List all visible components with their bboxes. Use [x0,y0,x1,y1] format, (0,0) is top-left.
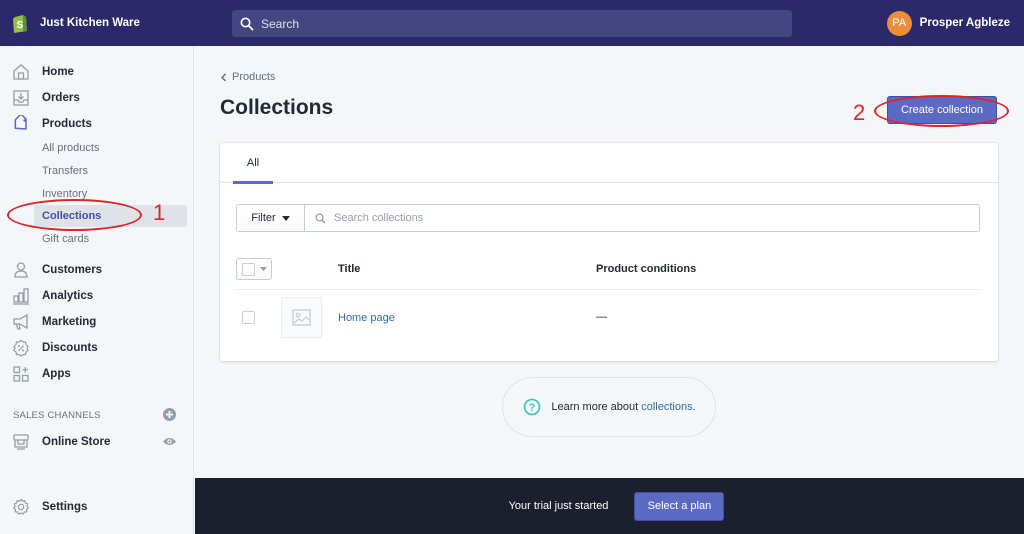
megaphone-icon [13,313,28,330]
search-collections-field[interactable] [305,205,979,231]
collection-title-link[interactable]: Home page [338,312,395,324]
tab-bar: All [220,143,998,184]
sidebar-item-label: Discounts [42,342,98,354]
user-name: Prosper Agbleze [919,17,1010,29]
gear-icon [12,498,30,515]
orders-icon [13,90,29,106]
learn-more-suffix: . [692,401,696,413]
collections-help-link[interactable]: collections [641,401,692,413]
apps-icon [13,366,29,382]
annotation-ellipse-1 [7,199,142,231]
store-icon [13,434,29,450]
tag-icon [14,115,27,130]
search-collections-input[interactable] [334,212,932,224]
avatar: PA [886,10,912,36]
store-name: Just Kitchen Ware [40,17,140,29]
bar-chart-icon [13,288,29,305]
sidebar-item-label: Apps [42,368,71,380]
search-icon [315,212,326,223]
annotation-number-1: 1 [153,200,166,225]
sidebar-item-orders[interactable]: Orders [0,86,194,110]
brand[interactable]: S Just Kitchen Ware [0,13,232,33]
chevron-left-icon [220,72,227,82]
row-checkbox[interactable] [242,311,255,324]
page-title: Collections [220,96,334,119]
bulk-select-checkbox[interactable] [236,258,272,280]
sidebar-item-label: Online Store [42,436,111,448]
sidebar-item-customers[interactable]: Customers [0,258,194,282]
sidebar-subitem-all-products[interactable]: All products [34,137,187,159]
home-icon [13,64,29,80]
filter-bar: Filter [236,204,980,232]
column-header-product-conditions: Product conditions [596,263,697,275]
image-placeholder-icon [292,309,311,326]
breadcrumb[interactable]: Products [220,71,275,83]
add-sales-channel-icon[interactable] [163,408,176,421]
table-row[interactable]: Home page — [236,291,980,341]
svg-text:?: ? [529,402,536,414]
sidebar-item-apps[interactable]: Apps [0,362,194,386]
sidebar: Home Orders Products All products Transf… [0,46,194,534]
discount-badge-icon [13,339,29,357]
select-plan-button[interactable]: Select a plan [634,491,725,521]
global-search[interactable]: Search [232,10,792,37]
sidebar-item-label: Products [42,118,92,130]
top-bar: S Just Kitchen Ware Search PA Prosper Ag… [0,0,1024,46]
trial-bar: Your trial just started Select a plan [195,478,1024,534]
collection-conditions: — [596,311,607,323]
search-icon [240,17,254,30]
breadcrumb-products-link[interactable]: Products [232,71,275,83]
person-icon [14,262,28,278]
help-question-icon: ? [522,397,542,417]
sidebar-item-analytics[interactable]: Analytics [0,284,194,308]
collection-thumbnail [281,297,322,338]
sidebar-item-label: Customers [42,264,103,276]
column-header-title[interactable]: Title [338,263,360,275]
sidebar-item-label: Home [42,66,74,78]
sidebar-item-label: Settings [42,501,88,513]
sidebar-item-marketing[interactable]: Marketing [0,310,194,334]
sidebar-subitem-gift-cards[interactable]: Gift cards [34,228,187,250]
shopify-logo-icon: S [13,15,27,33]
sidebar-item-discounts[interactable]: Discounts [0,336,194,360]
caret-down-icon [281,215,290,221]
select-all-checkbox[interactable] [242,262,255,276]
search-placeholder: Search [261,16,300,31]
sales-channels-heading: SALES CHANNELS [13,410,101,421]
annotation-number-2: 2 [853,100,866,125]
user-menu[interactable]: PA Prosper Agbleze [886,0,1024,46]
sidebar-item-label: Marketing [42,316,97,328]
sidebar-item-label: Analytics [42,290,94,302]
trial-message: Your trial just started [508,500,609,512]
table-header: Title Product conditions [236,253,980,290]
caret-down-icon [260,267,267,271]
learn-more-text: Learn more about [551,401,642,413]
svg-text:S: S [17,20,24,31]
collections-card: All Filter Title Product conditions [220,143,998,361]
sidebar-subitem-transfers[interactable]: Transfers [34,160,187,182]
sidebar-item-label: Orders [42,92,80,104]
eye-icon[interactable] [162,436,177,447]
sidebar-item-products[interactable]: Products [0,112,194,136]
annotation-ellipse-2 [874,95,1009,127]
learn-more-banner: ? Learn more about collections . [502,377,716,437]
filter-label: Filter [251,212,276,224]
sidebar-item-settings[interactable]: Settings [0,495,194,519]
tab-all[interactable]: All [233,143,273,184]
filter-button[interactable]: Filter [237,205,305,231]
sidebar-item-home[interactable]: Home [0,60,194,84]
